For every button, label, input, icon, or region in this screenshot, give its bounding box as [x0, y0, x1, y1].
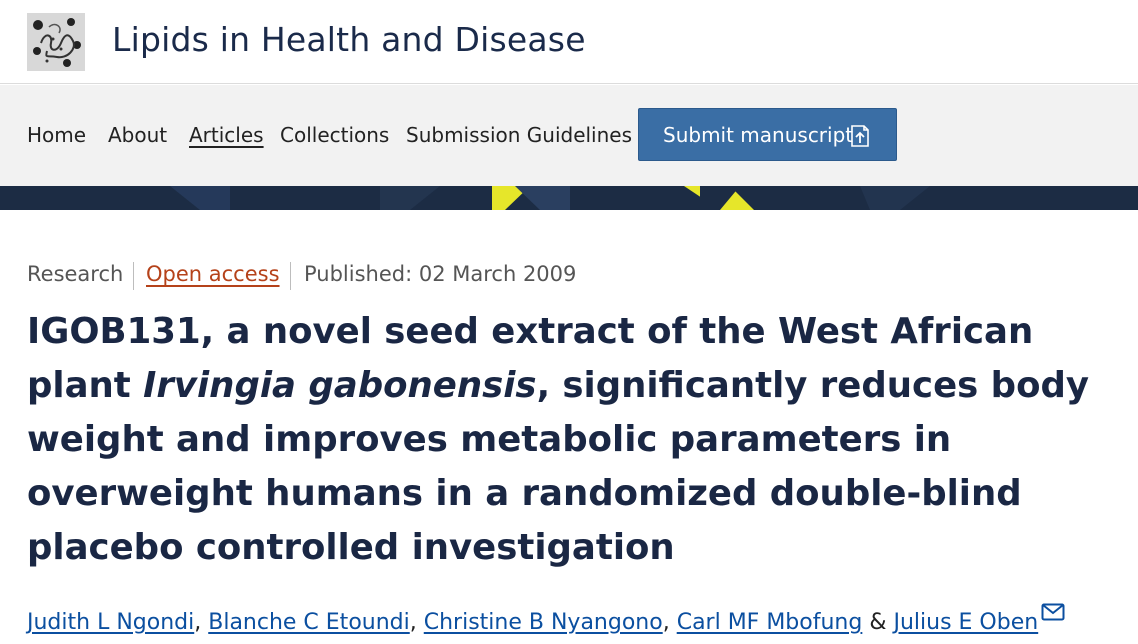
submit-manuscript-label: Submit manuscript [663, 123, 854, 147]
published-date: Published: 02 March 2009 [304, 262, 577, 286]
author-separator: , [409, 610, 424, 635]
author-link[interactable]: Christine B Nyangono [424, 610, 663, 635]
site-header: Lipids in Health and Disease [0, 0, 1138, 84]
nav-collections[interactable]: Collections [280, 123, 389, 147]
meta-divider [290, 262, 291, 290]
author-link[interactable]: Blanche C Etoundi [208, 610, 410, 635]
nav-articles[interactable]: Articles [189, 123, 264, 147]
nav-submission-guidelines[interactable]: Submission Guidelines [406, 123, 632, 147]
envelope-icon[interactable] [1041, 602, 1065, 621]
nav-about[interactable]: About [108, 123, 167, 147]
article-title: IGOB131, a novel seed extract of the Wes… [27, 305, 1127, 575]
external-submit-icon [846, 122, 874, 150]
article-type: Research [27, 262, 124, 286]
author-link[interactable]: Carl MF Mbofung [677, 610, 863, 635]
decorative-banner [0, 186, 1138, 210]
title-species-name: Irvingia gabonensis [143, 365, 537, 406]
author-link[interactable]: Julius E Oben [893, 610, 1038, 635]
meta-divider [133, 262, 134, 290]
nav-home[interactable]: Home [27, 123, 86, 147]
submit-manuscript-button[interactable]: Submit manuscript [638, 108, 897, 161]
author-link[interactable]: Judith L Ngondi [27, 610, 194, 635]
author-last-separator: & [862, 610, 894, 635]
main-navigation: Home About Articles Collections Submissi… [0, 85, 1138, 186]
author-list: Judith L Ngondi, Blanche C Etoundi, Chri… [27, 602, 1065, 635]
open-access-link[interactable]: Open access [146, 262, 280, 286]
journal-logo-icon[interactable] [27, 13, 85, 71]
author-separator: , [662, 610, 677, 635]
author-separator: , [194, 610, 209, 635]
journal-title[interactable]: Lipids in Health and Disease [112, 20, 586, 59]
